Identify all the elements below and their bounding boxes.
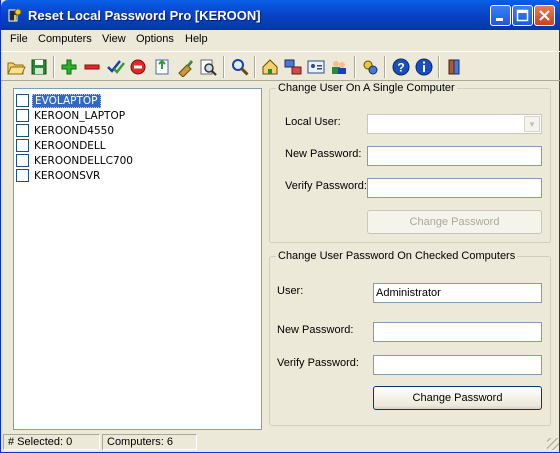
- import-icon[interactable]: [152, 57, 172, 77]
- computer-count: Computers: 6: [102, 434, 197, 450]
- menu-help[interactable]: Help: [185, 33, 208, 45]
- close-button[interactable]: [534, 5, 555, 26]
- svg-text:?: ?: [397, 61, 404, 75]
- find-icon[interactable]: [230, 57, 250, 77]
- toolbar: ?: [1, 51, 560, 81]
- settings-icon[interactable]: [360, 57, 380, 77]
- single-change-password-button[interactable]: Change Password: [367, 210, 542, 234]
- toolbar-separator: [438, 56, 440, 78]
- toolbar-separator: [354, 56, 356, 78]
- list-item[interactable]: EVOLAPTOP: [16, 93, 101, 108]
- computer-list[interactable]: EVOLAPTOP KEROON_LAPTOP KEROOND4550 KERO…: [13, 88, 262, 430]
- selected-count: # Selected: 0: [3, 434, 100, 450]
- computer-checkbox[interactable]: [16, 124, 29, 137]
- check-all-icon[interactable]: [106, 57, 126, 77]
- computer-checkbox[interactable]: [16, 139, 29, 152]
- checked-change-password-button[interactable]: Change Password: [373, 386, 542, 410]
- computer-checkbox[interactable]: [16, 169, 29, 182]
- users-icon[interactable]: [329, 57, 349, 77]
- toolbar-separator: [384, 56, 386, 78]
- list-item[interactable]: KEROONDELLC700: [16, 153, 135, 168]
- help-icon[interactable]: ?: [391, 57, 411, 77]
- computer-checkbox[interactable]: [16, 94, 29, 107]
- single-computer-group: Change User On A Single Computer Local U…: [269, 82, 551, 243]
- single-new-password-field[interactable]: [367, 146, 542, 166]
- open-folder-icon[interactable]: [6, 57, 26, 77]
- menu-options[interactable]: Options: [136, 33, 174, 45]
- title-bar[interactable]: Reset Local Password Pro [KEROON]: [1, 0, 560, 30]
- computer-name: KEROONDELL: [34, 139, 106, 152]
- checked-computers-legend: Change User Password On Checked Computer…: [276, 250, 518, 262]
- menu-file[interactable]: File: [10, 33, 28, 45]
- close-icon: [539, 10, 550, 21]
- app-key-icon: [8, 8, 22, 22]
- menu-computers[interactable]: Computers: [38, 33, 92, 45]
- toolbar-separator: [53, 56, 55, 78]
- single-verify-password-field[interactable]: [367, 178, 542, 198]
- clear-icon[interactable]: [175, 57, 195, 77]
- user-label: User:: [277, 285, 304, 297]
- network-computers-icon[interactable]: [283, 57, 303, 77]
- checked-computers-group: Change User Password On Checked Computer…: [269, 250, 551, 426]
- minimize-icon: [496, 18, 503, 21]
- save-icon[interactable]: [29, 57, 49, 77]
- checked-verify-password-field[interactable]: [373, 355, 542, 375]
- app-window: Reset Local Password Pro [KEROON] File C…: [0, 0, 560, 453]
- computer-name: KEROONDELLC700: [34, 154, 133, 167]
- local-user-dropdown[interactable]: ▼: [367, 114, 542, 134]
- checked-new-password-field[interactable]: [373, 322, 542, 342]
- user-field[interactable]: [373, 283, 542, 303]
- exit-icon[interactable]: [445, 57, 465, 77]
- computer-name: KEROON_LAPTOP: [34, 109, 126, 122]
- toolbar-separator: [223, 56, 225, 78]
- computer-name: KEROOND4550: [34, 124, 115, 137]
- menu-bar: File Computers View Options Help: [1, 30, 560, 49]
- toolbar-separator: [254, 56, 256, 78]
- resize-grip[interactable]: [547, 438, 559, 450]
- list-item[interactable]: KEROONDELL: [16, 138, 108, 153]
- info-icon[interactable]: [414, 57, 434, 77]
- computer-name: KEROONSVR: [34, 169, 101, 182]
- remove-icon[interactable]: [82, 57, 102, 77]
- new-password-label: New Password:: [285, 148, 362, 160]
- computer-checkbox[interactable]: [16, 109, 29, 122]
- window-title: Reset Local Password Pro [KEROON]: [28, 8, 261, 23]
- computer-name: EVOLAPTOP: [32, 93, 101, 108]
- list-item[interactable]: KEROOND4550: [16, 123, 116, 138]
- list-item[interactable]: KEROON_LAPTOP: [16, 108, 127, 123]
- preview-icon[interactable]: [198, 57, 218, 77]
- user-card-icon[interactable]: [306, 57, 326, 77]
- local-user-label: Local User:: [285, 116, 341, 128]
- maximize-icon: [516, 9, 529, 22]
- verify-password-label: Verify Password:: [285, 180, 367, 192]
- chevron-down-icon[interactable]: ▼: [524, 116, 540, 132]
- new-password-label: New Password:: [277, 324, 354, 336]
- verify-password-label: Verify Password:: [277, 357, 359, 369]
- stop-icon[interactable]: [128, 57, 148, 77]
- home-network-icon[interactable]: [260, 57, 280, 77]
- menu-view[interactable]: View: [102, 33, 126, 45]
- computer-checkbox[interactable]: [16, 154, 29, 167]
- status-bar: # Selected: 0 Computers: 6: [1, 433, 560, 452]
- minimize-button[interactable]: [490, 5, 511, 26]
- list-item[interactable]: KEROONSVR: [16, 168, 102, 183]
- maximize-button[interactable]: [512, 5, 533, 26]
- single-computer-legend: Change User On A Single Computer: [276, 82, 457, 94]
- add-icon[interactable]: [59, 57, 79, 77]
